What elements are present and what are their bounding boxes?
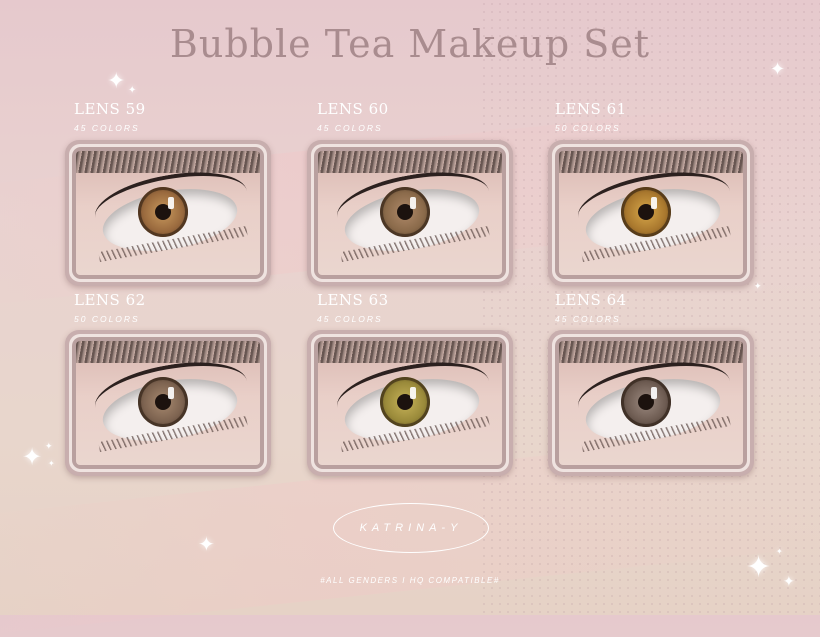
lens-preview-card[interactable] [65, 140, 271, 286]
brand-name: KATRINA-Y [359, 522, 463, 534]
lens-preview-card[interactable] [65, 330, 271, 476]
lens-preview-card[interactable] [548, 140, 754, 286]
iris [380, 187, 430, 237]
iris [138, 377, 188, 427]
lens-color-count: 45 COLORS [555, 314, 621, 324]
eye-preview-image [559, 341, 743, 465]
sparkle-icon: ✦ [776, 547, 783, 556]
lens-color-count: 45 COLORS [317, 123, 383, 133]
lens-preview-card[interactable] [307, 330, 513, 476]
sparkle-icon: ✦ [48, 459, 55, 468]
lens-label: LENS 59 [74, 100, 146, 118]
sparkle-icon: ✦ [770, 59, 786, 79]
lens-preview-card[interactable] [548, 330, 754, 476]
iris [380, 377, 430, 427]
sparkle-icon: ✦ [754, 281, 762, 291]
eye-preview-image [318, 151, 502, 275]
lens-color-count: 50 COLORS [555, 123, 621, 133]
page-title: Bubble Tea Makeup Set [169, 22, 651, 66]
lens-label: LENS 61 [555, 100, 627, 118]
eye-preview-image [559, 151, 743, 275]
sparkle-icon: ✦ [198, 534, 215, 556]
dot-pattern [480, 0, 820, 615]
lens-preview-card[interactable] [307, 140, 513, 286]
iris [621, 377, 671, 427]
eye-preview-image [76, 341, 260, 465]
lens-color-count: 45 COLORS [317, 314, 383, 324]
lens-label: LENS 60 [317, 100, 389, 118]
lens-color-count: 45 COLORS [74, 123, 140, 133]
eye-preview-image [76, 151, 260, 275]
footer-tagline: #ALL GENDERS I HQ COMPATIBLE# [320, 576, 500, 585]
sparkle-icon: ✦ [128, 85, 137, 96]
lens-color-count: 50 COLORS [74, 314, 140, 324]
sparkle-icon: ✦ [22, 444, 43, 471]
lens-label: LENS 63 [317, 291, 389, 309]
sparkle-icon: ✦ [107, 68, 126, 93]
iris [621, 187, 671, 237]
lens-label: LENS 64 [555, 291, 627, 309]
sparkle-icon: ✦ [45, 441, 53, 451]
eye-preview-image [318, 341, 502, 465]
iris [138, 187, 188, 237]
brand-logo: KATRINA-Y [333, 503, 489, 553]
lens-label: LENS 62 [74, 291, 146, 309]
